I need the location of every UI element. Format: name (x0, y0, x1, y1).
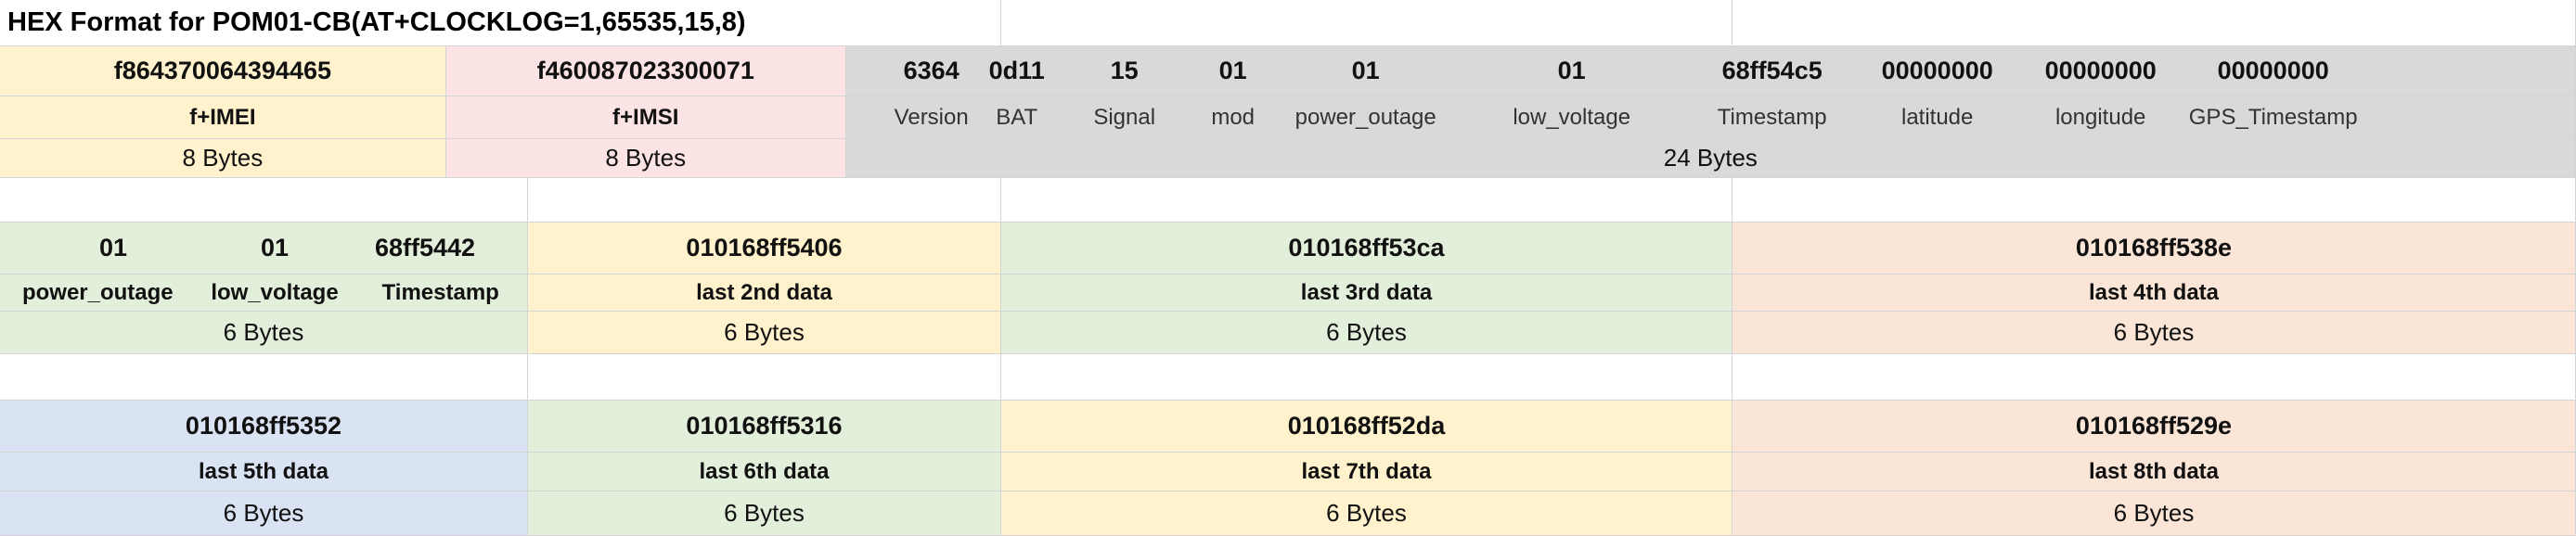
last-6th-size[interactable]: 6 Bytes (528, 491, 1001, 536)
imsi-hex[interactable]: f460087023300071 (445, 46, 846, 96)
last-7th-label[interactable]: last 7th data (1001, 453, 1732, 491)
signal-hex[interactable]: 15 (1060, 46, 1190, 96)
latest-record-size[interactable]: 6 Bytes (0, 312, 528, 354)
last-8th-size[interactable]: 6 Bytes (1732, 491, 2576, 536)
last-3rd-label[interactable]: last 3rd data (1001, 274, 1732, 312)
empty-cell[interactable] (528, 354, 1001, 401)
longitude-label[interactable]: longitude (2019, 96, 2183, 138)
last-6th-label[interactable]: last 6th data (528, 453, 1001, 491)
last-2nd-hex[interactable]: 010168ff5406 (528, 223, 1001, 274)
status-fields-size[interactable]: 24 Bytes (845, 139, 2576, 178)
last-2nd-label[interactable]: last 2nd data (528, 274, 1001, 312)
title-row: HEX Format for POM01-CB(AT+CLOCKLOG=1,65… (0, 0, 2576, 46)
latest-record-hex: 01 01 68ff5442 (0, 223, 528, 274)
bat-label[interactable]: BAT (974, 96, 1060, 138)
spacer-row (0, 178, 2576, 223)
last-5th-size[interactable]: 6 Bytes (0, 491, 528, 536)
latest-record-labels: power_outage low_voltage Timestamp (0, 274, 528, 312)
empty-cell[interactable] (1732, 354, 2576, 401)
empty-cell[interactable] (0, 354, 528, 401)
last-5th-hex[interactable]: 010168ff5352 (0, 401, 528, 453)
gps-timestamp-hex[interactable]: 00000000 (2183, 46, 2364, 96)
latest-low-voltage-label[interactable]: low_voltage (211, 274, 338, 311)
last-4th-label[interactable]: last 4th data (1732, 274, 2576, 312)
latest-power-outage-label[interactable]: power_outage (0, 274, 211, 311)
imsi-label[interactable]: f+IMSI (445, 96, 846, 139)
last-7th-size[interactable]: 6 Bytes (1001, 491, 1732, 536)
bat-hex[interactable]: 0d11 (974, 46, 1060, 96)
empty-cell[interactable] (1001, 354, 1732, 401)
empty-cell[interactable] (1001, 0, 1732, 46)
last-6th-hex[interactable]: 010168ff5316 (528, 401, 1001, 453)
timestamp-hex[interactable]: 68ff54c5 (1689, 46, 1856, 96)
header-label-row: f+IMEI f+IMSI Version BAT Signal mod pow… (0, 96, 2576, 139)
empty-cell[interactable] (1732, 178, 2576, 223)
last-4th-size[interactable]: 6 Bytes (1732, 312, 2576, 354)
low-voltage-hex[interactable]: 01 (1455, 46, 1689, 96)
signal-label[interactable]: Signal (1060, 96, 1190, 138)
latest-timestamp-label[interactable]: Timestamp (339, 274, 527, 311)
low-voltage-label[interactable]: low_voltage (1455, 96, 1689, 138)
empty-cell[interactable] (528, 178, 1001, 223)
last-3rd-hex[interactable]: 010168ff53ca (1001, 223, 1732, 274)
log-row-2-labels: last 5th data last 6th data last 7th dat… (0, 453, 2576, 491)
last-4th-hex[interactable]: 010168ff538e (1732, 223, 2576, 274)
latest-power-outage-hex[interactable]: 01 (0, 223, 226, 274)
status-fields-hex: 6364 0d11 15 01 01 01 68ff54c5 00000000 … (845, 46, 2576, 96)
timestamp-label[interactable]: Timestamp (1689, 96, 1856, 138)
last-8th-label[interactable]: last 8th data (1732, 453, 2576, 491)
imei-size[interactable]: 8 Bytes (0, 139, 446, 178)
imei-label[interactable]: f+IMEI (0, 96, 446, 139)
version-hex[interactable]: 6364 (889, 46, 974, 96)
power-outage-label[interactable]: power_outage (1277, 96, 1455, 138)
log-row-2-hex: 010168ff5352 010168ff5316 010168ff52da 0… (0, 401, 2576, 453)
header-size-row: 8 Bytes 8 Bytes 24 Bytes (0, 139, 2576, 178)
status-fields-labels: Version BAT Signal mod power_outage low_… (845, 96, 2576, 139)
imsi-size[interactable]: 8 Bytes (445, 139, 846, 178)
latitude-label[interactable]: latitude (1856, 96, 2019, 138)
empty-cell[interactable] (1001, 178, 1732, 223)
last-5th-label[interactable]: last 5th data (0, 453, 528, 491)
table-title[interactable]: HEX Format for POM01-CB(AT+CLOCKLOG=1,65… (0, 0, 1001, 46)
log-row-1-labels: power_outage low_voltage Timestamp last … (0, 274, 2576, 312)
gps-timestamp-label[interactable]: GPS_Timestamp (2183, 96, 2364, 138)
last-2nd-size[interactable]: 6 Bytes (528, 312, 1001, 354)
power-outage-hex[interactable]: 01 (1277, 46, 1455, 96)
last-3rd-size[interactable]: 6 Bytes (1001, 312, 1732, 354)
latest-low-voltage-hex[interactable]: 01 (226, 223, 323, 274)
log-row-2-sizes: 6 Bytes 6 Bytes 6 Bytes 6 Bytes (0, 491, 2576, 536)
hex-format-table: HEX Format for POM01-CB(AT+CLOCKLOG=1,65… (0, 0, 2576, 536)
imei-hex[interactable]: f864370064394465 (0, 46, 446, 96)
log-row-1-sizes: 6 Bytes 6 Bytes 6 Bytes 6 Bytes (0, 312, 2576, 354)
empty-cell[interactable] (0, 178, 528, 223)
latest-timestamp-hex[interactable]: 68ff5442 (323, 223, 527, 274)
log-row-1-hex: 01 01 68ff5442 010168ff5406 010168ff53ca… (0, 223, 2576, 274)
mod-hex[interactable]: 01 (1190, 46, 1277, 96)
empty-cell[interactable] (1732, 0, 2576, 46)
mod-label[interactable]: mod (1190, 96, 1277, 138)
last-7th-hex[interactable]: 010168ff52da (1001, 401, 1732, 453)
latitude-hex[interactable]: 00000000 (1856, 46, 2019, 96)
longitude-hex[interactable]: 00000000 (2019, 46, 2183, 96)
last-8th-hex[interactable]: 010168ff529e (1732, 401, 2576, 453)
version-label[interactable]: Version (889, 96, 974, 138)
spacer-row (0, 354, 2576, 401)
header-hex-row: f864370064394465 f460087023300071 6364 0… (0, 46, 2576, 96)
